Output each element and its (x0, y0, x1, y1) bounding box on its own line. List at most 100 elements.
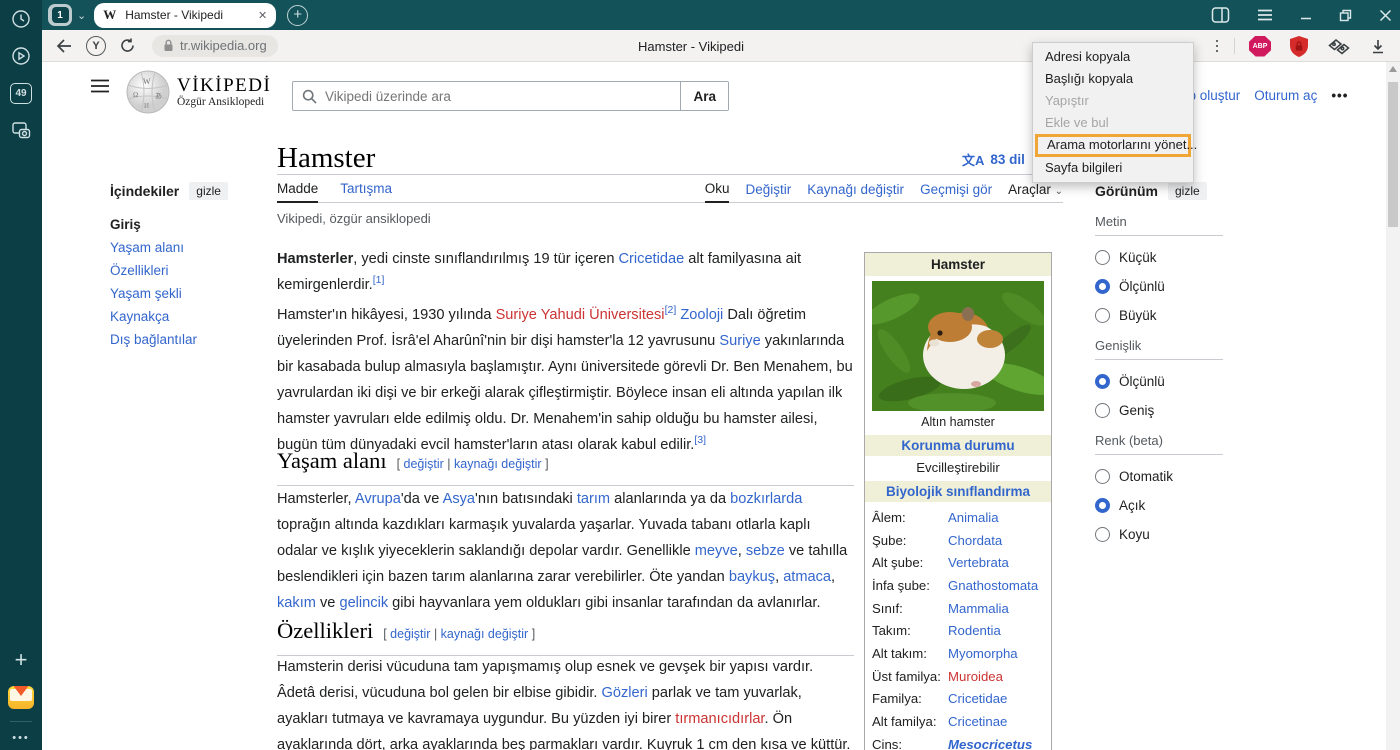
toc-item-ozellikleri[interactable]: Özellikleri (110, 264, 260, 278)
taxon-link[interactable]: Mammalia (948, 601, 1009, 616)
radio-checked-icon[interactable] (1095, 498, 1110, 513)
taxon-link[interactable]: Myomorpha (948, 646, 1018, 661)
toc-item-giris[interactable]: Giriş (110, 218, 260, 232)
rail-divider (10, 721, 32, 722)
rail-more-dots-icon[interactable]: ••• (12, 732, 30, 744)
extensions-keys-icon[interactable] (1327, 37, 1351, 56)
conservation-header[interactable]: Korunma durumu (865, 435, 1051, 456)
side-panel-icon[interactable] (1211, 6, 1230, 24)
login-link[interactable]: Oturum aç (1254, 88, 1317, 103)
toc-item-yasam-sekli[interactable]: Yaşam şekli (110, 287, 260, 301)
close-window-icon[interactable] (1379, 9, 1392, 22)
page-scrollbar[interactable] (1386, 62, 1400, 750)
screenshot-icon[interactable] (10, 119, 32, 141)
protect-shield-icon[interactable] (1290, 36, 1308, 57)
hamster-photo[interactable] (872, 281, 1044, 411)
rail-add-icon[interactable]: + (10, 649, 32, 671)
workspace-button[interactable]: 1 (48, 4, 72, 26)
workspace-number: 1 (52, 7, 69, 23)
menu-item-copy-address[interactable]: Adresi kopyala (1033, 46, 1193, 68)
counter-badge[interactable]: 49 (10, 82, 32, 104)
radio-option[interactable]: Geniş (1095, 402, 1223, 418)
radio-option[interactable]: Koyu (1095, 526, 1223, 542)
taxon-redlink[interactable]: Muroidea (948, 669, 1003, 684)
radio-option[interactable]: Ölçünlü (1095, 373, 1223, 389)
wikipedia-globe-icon: W Ω あ И (126, 70, 170, 114)
user-more-dots[interactable]: ••• (1331, 88, 1348, 103)
language-selector[interactable]: 文A 83 dil (962, 150, 1025, 169)
radio-option[interactable]: Açık (1095, 497, 1223, 513)
reload-icon[interactable] (119, 37, 136, 54)
adblock-plus-icon[interactable]: ABP (1249, 36, 1271, 57)
toc-item-kaynakca[interactable]: Kaynakça (110, 310, 260, 324)
tab-close-icon[interactable]: ✕ (258, 9, 267, 22)
scrollbar-thumb[interactable] (1388, 82, 1398, 227)
radio-icon[interactable] (1095, 250, 1110, 265)
tab-history[interactable]: Geçmişi gör (920, 182, 992, 202)
taxon-link[interactable]: Animalia (948, 510, 999, 525)
radio-icon[interactable] (1095, 527, 1110, 542)
menu-item-add-and-find: Ekle ve bul (1033, 112, 1193, 134)
table-row: Familya:Cricetidae (872, 688, 1051, 711)
taxon-link[interactable]: Chordata (948, 533, 1002, 548)
menu-hamburger-icon[interactable] (1257, 8, 1273, 22)
menu-item-manage-search-engines[interactable]: Arama motorlarını yönet... (1035, 134, 1191, 157)
toc-item-yasam-alani[interactable]: Yaşam alanı (110, 241, 260, 255)
search-input[interactable] (325, 89, 680, 104)
radio-checked-icon[interactable] (1095, 374, 1110, 389)
back-icon[interactable] (55, 38, 73, 54)
tab-article[interactable]: Madde (277, 181, 318, 203)
download-icon[interactable] (1370, 38, 1386, 55)
radio-icon[interactable] (1095, 469, 1110, 484)
search-submit-button[interactable]: Ara (680, 82, 728, 110)
edit-links[interactable]: [ değiştir | kaynağı değiştir ] (383, 627, 535, 641)
group-label-width: Genişlik (1095, 338, 1223, 360)
wikipedia-favicon: W (103, 7, 116, 23)
appearance-hide-button[interactable]: gizle (1168, 182, 1207, 200)
tab-read[interactable]: Oku (705, 181, 730, 203)
yandex-mail-icon[interactable] (8, 686, 34, 709)
taxobox: Hamster (864, 252, 1052, 750)
page-actions-kebab-icon[interactable] (1216, 40, 1219, 53)
radio-option[interactable]: Küçük (1095, 249, 1223, 265)
history-clock-icon[interactable] (10, 8, 32, 30)
restore-window-icon[interactable] (1339, 9, 1352, 22)
taxon-link[interactable]: Vertebrata (948, 555, 1009, 570)
paragraph-habitat: Hamsterler, Avrupa'da ve Asya'nın batısı… (277, 486, 854, 616)
radio-icon[interactable] (1095, 403, 1110, 418)
tab-edit-source[interactable]: Kaynağı değiştir (807, 182, 904, 202)
toc-item-dis-baglantilar[interactable]: Dış bağlantılar (110, 333, 260, 347)
radio-icon[interactable] (1095, 308, 1110, 323)
taxon-link[interactable]: Rodentia (948, 623, 1001, 638)
tab-talk[interactable]: Tartışma (340, 181, 392, 202)
taxon-link[interactable]: Cricetinae (948, 714, 1007, 729)
new-tab-button[interactable]: + (287, 5, 308, 26)
scrollbar-up-arrow[interactable] (1389, 66, 1397, 72)
wikipedia-logo[interactable]: W Ω あ И VİKİPEDİ Özgür Ansiklopedi (126, 70, 271, 114)
menu-item-copy-title[interactable]: Başlığı kopyala (1033, 68, 1193, 90)
tab-edit[interactable]: Değiştir (745, 182, 791, 202)
workspace-chevron-down-icon[interactable]: ⌄ (77, 9, 86, 22)
counter-badge-value: 49 (10, 83, 32, 104)
radio-option[interactable]: Büyük (1095, 307, 1223, 323)
minimize-icon[interactable] (1300, 9, 1312, 21)
edit-links[interactable]: [ değiştir | kaynağı değiştir ] (397, 457, 549, 471)
menu-item-paste: Yapıştır (1033, 90, 1193, 112)
wiki-menu-hamburger-icon[interactable] (91, 79, 109, 93)
taxon-link[interactable]: Mesocricetus (948, 737, 1032, 750)
radio-option[interactable]: Ölçünlü (1095, 278, 1223, 294)
radio-checked-icon[interactable] (1095, 279, 1110, 294)
section-heading-ozellikleri: Özellikleri[ değiştir | kaynağı değiştir… (277, 618, 854, 656)
play-media-icon[interactable] (10, 45, 32, 67)
menu-item-page-info[interactable]: Sayfa bilgileri (1033, 157, 1193, 179)
taxon-link[interactable]: Gnathostomata (948, 578, 1038, 593)
classification-header[interactable]: Biyolojik sınıflandırma (865, 481, 1051, 502)
tools-dropdown[interactable]: Araçlar ⌄ (1008, 182, 1063, 202)
url-field[interactable]: tr.wikipedia.org (152, 35, 278, 57)
toc-hide-button[interactable]: gizle (189, 182, 228, 200)
radio-option[interactable]: Otomatik (1095, 468, 1223, 484)
active-tab[interactable]: W Hamster - Vikipedi ✕ (94, 3, 276, 28)
appearance-panel: Görünüm gizle Metin Küçük Ölçünlü Büyük … (1095, 182, 1223, 555)
yandex-button-icon[interactable]: Y (86, 36, 106, 56)
taxon-link[interactable]: Cricetidae (948, 691, 1007, 706)
